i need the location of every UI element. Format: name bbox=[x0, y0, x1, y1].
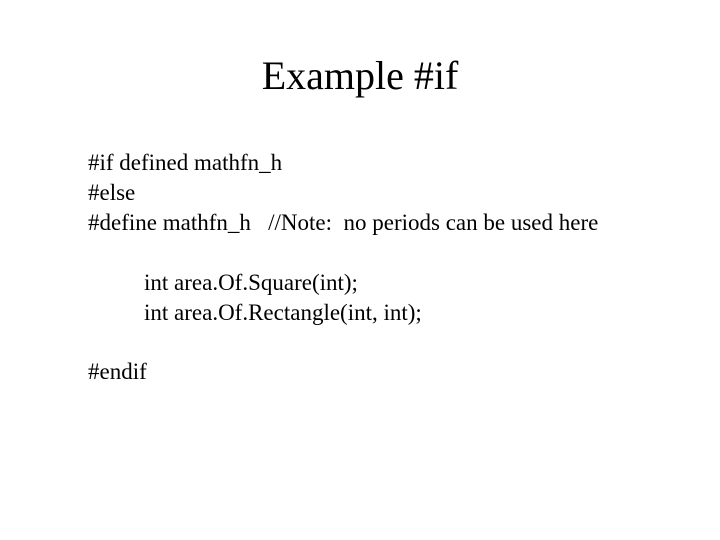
blank-line bbox=[88, 238, 660, 268]
code-line: #endif bbox=[88, 357, 660, 387]
slide-title: Example #if bbox=[0, 52, 720, 99]
code-line: int area.Of.Square(int); bbox=[88, 268, 660, 298]
code-line: int area.Of.Rectangle(int, int); bbox=[88, 298, 660, 328]
code-line: #else bbox=[88, 178, 660, 208]
code-line: #define mathfn_h //Note: no periods can … bbox=[88, 208, 660, 238]
code-block: #if defined mathfn_h #else #define mathf… bbox=[88, 148, 660, 387]
blank-line bbox=[88, 327, 660, 357]
code-line: #if defined mathfn_h bbox=[88, 148, 660, 178]
slide: Example #if #if defined mathfn_h #else #… bbox=[0, 0, 720, 540]
